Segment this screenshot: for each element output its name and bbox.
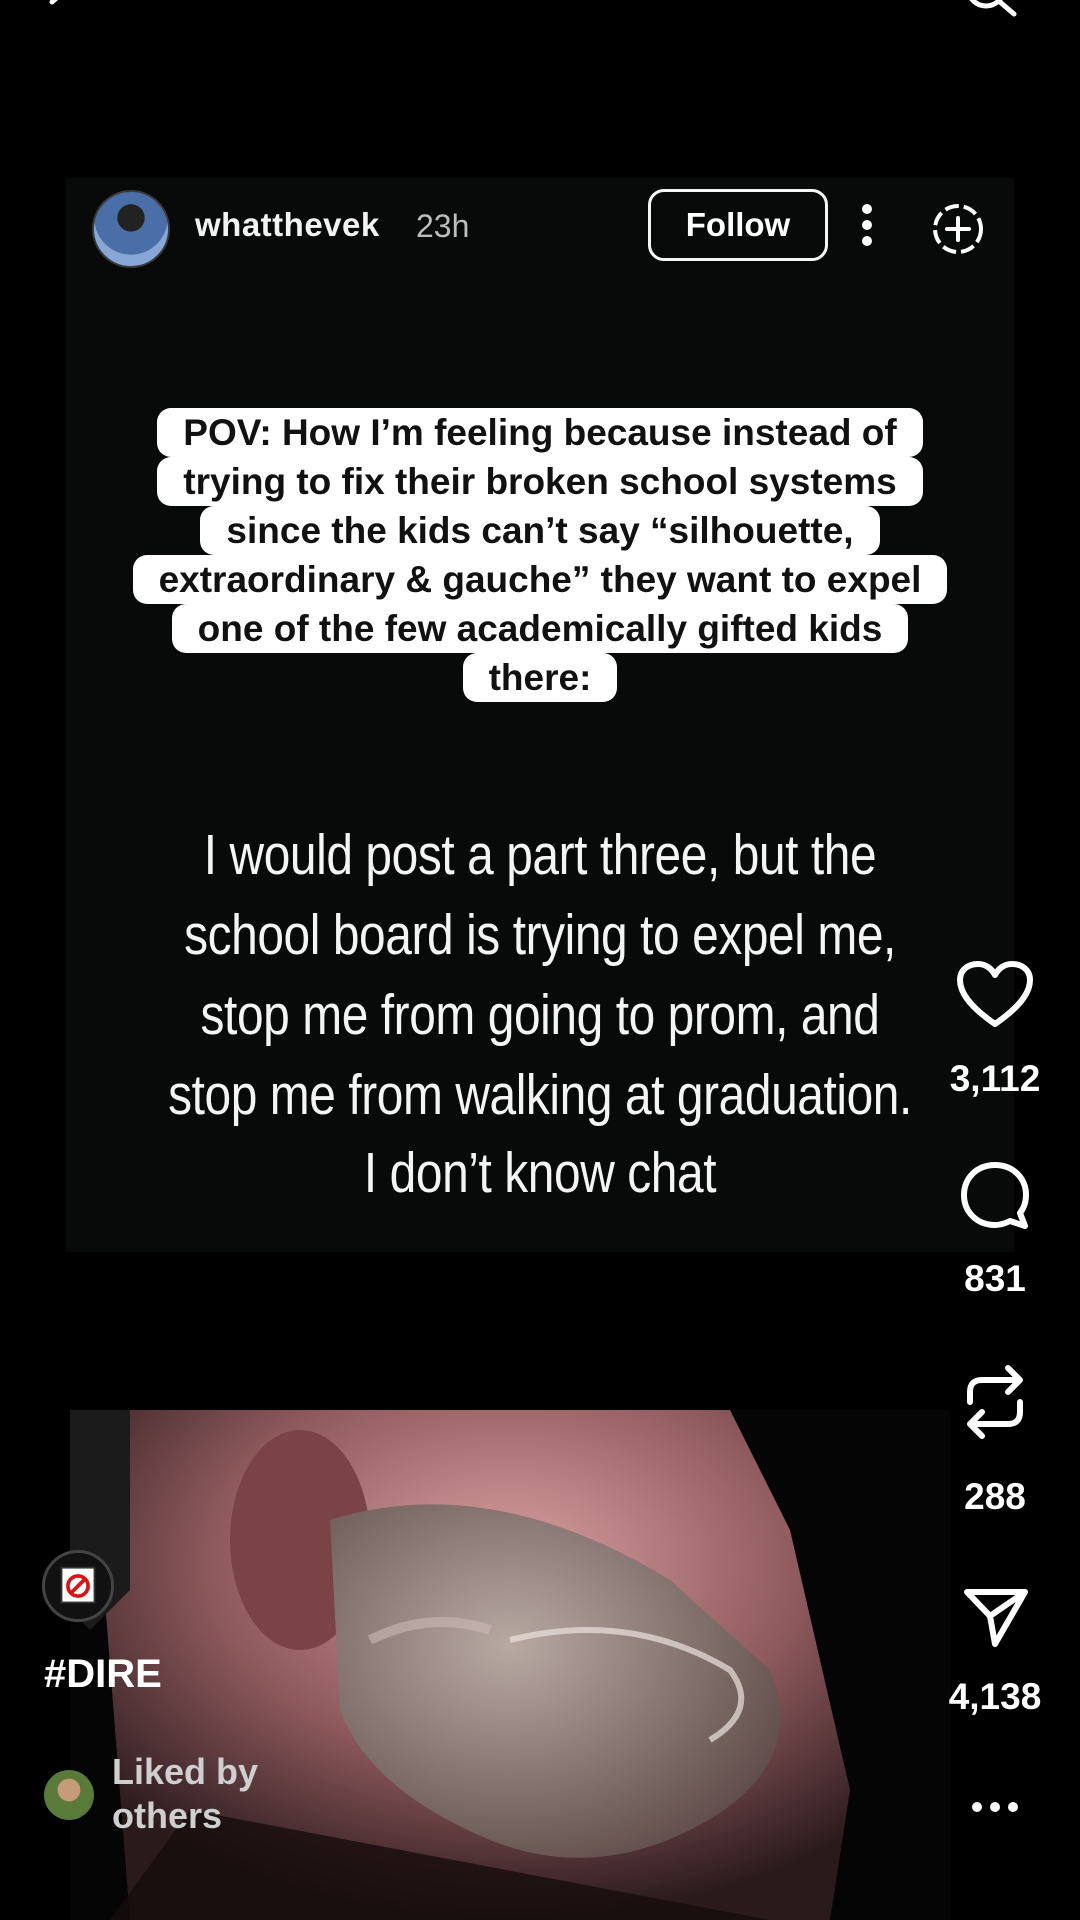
body-text-line: I would post a part three, but the bbox=[203, 823, 877, 887]
video-frame[interactable] bbox=[70, 1410, 950, 1920]
liked-by-others: others bbox=[112, 1795, 223, 1836]
body-text-line: school board is trying to expel me, bbox=[184, 903, 896, 967]
avatar[interactable] bbox=[92, 190, 170, 268]
more-vert-icon[interactable] bbox=[856, 200, 878, 250]
repost-icon[interactable] bbox=[960, 1362, 1030, 1442]
caption-line: one of the few academically gifted kids bbox=[0, 604, 1080, 654]
more-horizontal-icon[interactable] bbox=[970, 1800, 1020, 1814]
add-circle-icon[interactable] bbox=[929, 200, 987, 258]
body-text-line: stop me from walking at graduation. bbox=[168, 1063, 912, 1127]
post-time: 23h bbox=[416, 208, 470, 244]
caption-line: since the kids can’t say “silhouette, bbox=[0, 506, 1080, 556]
body-text-line: I don’t know chat bbox=[363, 1141, 717, 1205]
body-text-line: stop me from going to prom, and bbox=[200, 983, 880, 1047]
liked-by-text[interactable]: Liked by others bbox=[112, 1750, 258, 1838]
liked-by-label: Liked by bbox=[112, 1751, 259, 1792]
liked-by-avatar bbox=[44, 1770, 94, 1820]
heart-icon[interactable] bbox=[956, 960, 1034, 1030]
audio-icon[interactable] bbox=[42, 1550, 114, 1622]
follow-button[interactable]: Follow bbox=[648, 189, 828, 261]
caption-line: trying to fix their broken school system… bbox=[0, 457, 1080, 507]
share-count: 4,138 bbox=[948, 1676, 1042, 1717]
caption-line: extraordinary & gauche” they want to exp… bbox=[0, 555, 1080, 605]
like-count: 3,112 bbox=[949, 1058, 1041, 1099]
caption-line: POV: How I’m feeling because instead of bbox=[0, 408, 1080, 458]
back-icon[interactable] bbox=[40, 0, 80, 22]
search-icon[interactable] bbox=[960, 0, 1020, 28]
comment-icon[interactable] bbox=[958, 1160, 1032, 1232]
caption-line: there: bbox=[0, 653, 1080, 703]
comment-count: 831 bbox=[964, 1258, 1026, 1299]
username[interactable]: whatthevek bbox=[195, 206, 380, 244]
hashtag[interactable]: #DIRE bbox=[44, 1652, 162, 1697]
share-icon[interactable] bbox=[962, 1584, 1030, 1650]
repost-count: 288 bbox=[964, 1476, 1026, 1517]
